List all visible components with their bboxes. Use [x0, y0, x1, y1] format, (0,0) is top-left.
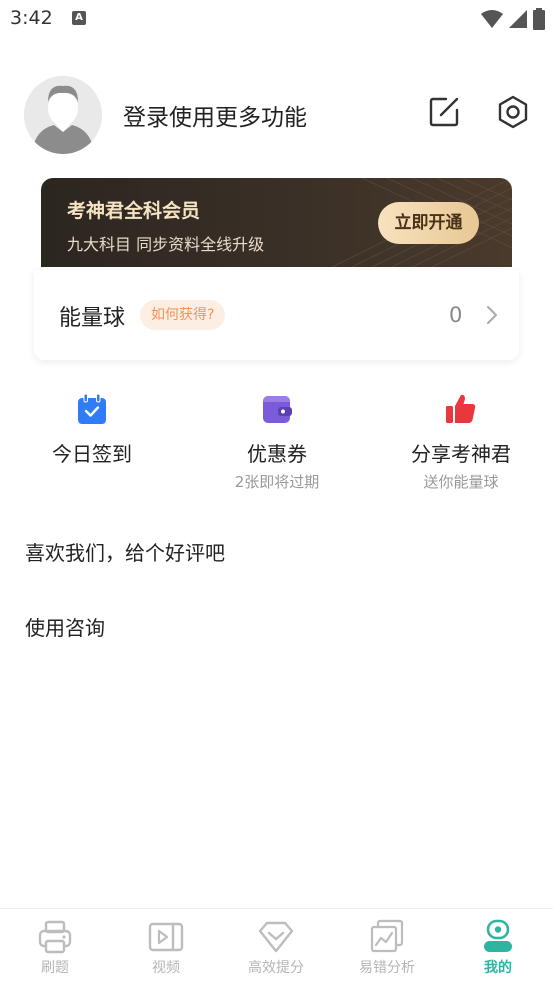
- tab-video-label: 视频: [152, 960, 180, 976]
- notification-icon: A: [72, 11, 86, 25]
- coupon-button[interactable]: 优惠券 2张即将过期: [192, 392, 362, 492]
- printer-icon: [38, 920, 72, 954]
- tab-error-analysis[interactable]: 易错分析: [332, 919, 442, 977]
- energy-value: 0: [449, 303, 463, 327]
- status-bar: 3:42 A: [0, 0, 553, 40]
- wallet-icon: [263, 396, 292, 423]
- signal-icon: [509, 10, 527, 28]
- battery-icon: [533, 8, 545, 30]
- consultation-item[interactable]: 使用咨询: [25, 612, 105, 641]
- coupon-sublabel: 2张即将过期: [234, 473, 320, 491]
- status-icons: [481, 8, 545, 30]
- share-sublabel: 送你能量球: [423, 473, 499, 491]
- bottom-tab-bar: 刷题 视频 高效提分 易错分析 我的: [0, 908, 553, 983]
- profile-header: 登录使用更多功能: [24, 76, 529, 154]
- calendar-check-icon: [78, 393, 106, 424]
- tab-practice[interactable]: 刷题: [0, 919, 110, 977]
- tab-mine[interactable]: 我的: [443, 919, 553, 977]
- status-time: 3:42: [10, 7, 53, 29]
- tab-boost[interactable]: 高效提分: [221, 919, 331, 977]
- diamond-check-icon: [258, 921, 294, 953]
- thumbs-up-icon: [446, 394, 476, 423]
- vip-membership-card[interactable]: 考神君全科会员 九大科目 同步资料全线升级 立即开通: [41, 178, 512, 267]
- how-to-get-badge[interactable]: 如何获得?: [140, 300, 226, 330]
- profile-icon: [484, 919, 512, 952]
- energy-ball-card[interactable]: 能量球 如何获得? 0: [34, 270, 519, 360]
- avatar-placeholder-icon: [24, 76, 102, 154]
- rate-us-item[interactable]: 喜欢我们，给个好评吧: [25, 537, 225, 566]
- daily-checkin-button[interactable]: 今日签到: [7, 392, 177, 467]
- chevron-right-icon: [487, 306, 497, 324]
- daily-checkin-label: 今日签到: [52, 442, 132, 466]
- tab-practice-label: 刷题: [41, 960, 69, 976]
- share-button[interactable]: 分享考神君 送你能量球: [376, 392, 546, 492]
- tab-mine-label: 我的: [484, 960, 512, 976]
- vip-activate-button[interactable]: 立即开通: [378, 202, 479, 244]
- settings-button[interactable]: [495, 94, 531, 130]
- chart-icon: [370, 919, 404, 953]
- wifi-icon: [481, 10, 503, 28]
- avatar[interactable]: [24, 76, 102, 154]
- video-icon: [148, 922, 184, 952]
- edit-icon: [429, 97, 459, 127]
- share-label: 分享考神君: [411, 442, 511, 466]
- login-prompt[interactable]: 登录使用更多功能: [123, 98, 307, 132]
- tab-error-analysis-label: 易错分析: [359, 960, 415, 976]
- gear-icon: [498, 95, 528, 129]
- vip-title: 考神君全科会员: [67, 200, 201, 222]
- tab-video[interactable]: 视频: [111, 919, 221, 977]
- tab-boost-label: 高效提分: [248, 960, 304, 976]
- edit-button[interactable]: [426, 94, 462, 130]
- vip-subtitle: 九大科目 同步资料全线升级: [67, 235, 265, 254]
- energy-label: 能量球: [59, 306, 126, 331]
- coupon-label: 优惠券: [247, 442, 307, 466]
